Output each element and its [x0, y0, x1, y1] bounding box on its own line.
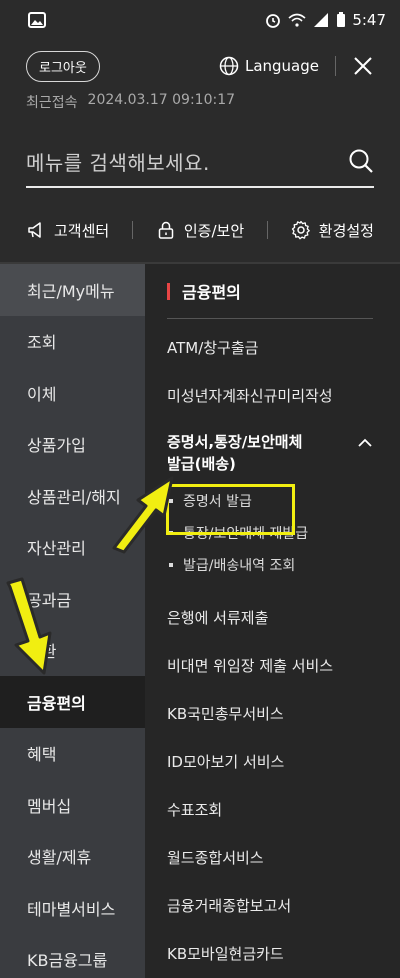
megaphone-icon [28, 222, 41, 238]
nav-item-product-join[interactable]: 상품가입 [0, 419, 145, 471]
customer-center-link[interactable]: 고객센터 [26, 220, 109, 241]
menu-item-minor-account[interactable]: 미성년자계좌신규미리작성 [167, 371, 400, 419]
highlight-box [166, 484, 295, 535]
submenu-label: 발급/배송내역 조회 [183, 558, 296, 574]
nav-item-finance-convenience[interactable]: 금융편의 [0, 676, 145, 728]
chevron-up-icon[interactable] [357, 435, 373, 451]
last-access-time: 2024.03.17 09:10:17 [87, 92, 236, 108]
quick-divider [266, 221, 268, 239]
wifi-icon [288, 13, 306, 27]
settings-label: 환경설정 [318, 221, 374, 240]
submenu-delivery-history[interactable]: 발급/배송내역 조회 [167, 549, 400, 581]
search-input[interactable]: 메뉴를 검색해보세요. [26, 147, 210, 176]
last-access-info: 최근접속 2024.03.17 09:10:17 [26, 92, 374, 112]
close-icon[interactable] [352, 55, 374, 77]
menu-item-world-service[interactable]: 월드종합서비스 [167, 833, 400, 881]
nav-item-kb-group[interactable]: KB금융그룹 [0, 934, 145, 978]
menu-item-proxy-submit[interactable]: 비대면 위임장 제출 서비스 [167, 641, 400, 689]
settings-link[interactable]: 환경설정 [291, 220, 374, 241]
logout-button[interactable]: 로그아웃 [26, 50, 100, 82]
menu-item-kb-general-affairs[interactable]: KB국민총무서비스 [167, 689, 400, 737]
nav-item-transfer[interactable]: 이체 [0, 367, 145, 419]
quick-divider [132, 221, 134, 239]
menu-item-check-inquiry[interactable]: 수표조회 [167, 785, 400, 833]
gallery-icon [28, 12, 46, 28]
nav-item-benefits[interactable]: 혜택 [0, 728, 145, 780]
nav-item-inquiry[interactable]: 조회 [0, 316, 145, 368]
quick-links: 고객센터 인증/보안 환경설정 [26, 192, 374, 268]
menu-item-id-collection[interactable]: ID모아보기 서비스 [167, 737, 400, 785]
menu-search[interactable]: 메뉴를 검색해보세요. [26, 136, 374, 188]
language-button[interactable]: Language [219, 56, 319, 76]
menu-item-atm-withdraw[interactable]: ATM/창구출금 [167, 323, 400, 371]
status-time: 5:47 [352, 11, 386, 29]
menu-item-finance-report[interactable]: 금융거래종합보고서 [167, 881, 400, 929]
yellow-arrow-icon [112, 476, 174, 554]
bullet-dot [169, 563, 173, 567]
nav-item-theme-services[interactable]: 테마별서비스 [0, 882, 145, 934]
last-access-label: 최근접속 [26, 95, 78, 111]
alarm-icon [266, 14, 281, 28]
menu-group-certificate[interactable]: 증명서,통장/보안매체 발급(배송) [167, 419, 400, 483]
title-accent-bar [167, 282, 170, 300]
battery-icon [337, 12, 346, 27]
signal-icon [314, 13, 329, 27]
menu-group-title: 증명서,통장/보안매체 발급(배송) [167, 431, 302, 475]
menu-item-submit-documents[interactable]: 은행에 서류제출 [167, 593, 400, 641]
search-icon[interactable] [348, 148, 374, 174]
status-bar: 5:47 [0, 0, 400, 40]
gear-icon [291, 220, 310, 240]
customer-center-label: 고객센터 [54, 221, 110, 240]
nav-item-life-partnership[interactable]: 생활/제휴 [0, 831, 145, 883]
menu-group-title-line2: 발급(배송) [167, 455, 236, 473]
auth-security-label: 인증/보안 [183, 221, 245, 240]
nav-item-recent-my[interactable]: 최근/My메뉴 [0, 264, 145, 316]
header-divider [335, 56, 336, 76]
submenu-title-text: 금융편의 [182, 283, 241, 302]
menu-group-title-line1: 증명서,통장/보안매체 [167, 433, 303, 451]
auth-security-link[interactable]: 인증/보안 [156, 220, 244, 241]
yellow-arrow-icon [6, 577, 52, 675]
language-label: Language [244, 57, 319, 75]
lock-icon [158, 221, 174, 239]
submenu-title: 금융편의 [167, 264, 373, 319]
nav-item-membership[interactable]: 멤버십 [0, 779, 145, 831]
menu-header: 로그아웃 Language 최근접속 2024.03.17 09:10:17 메… [0, 42, 400, 268]
submenu-panel: 금융편의 ATM/창구출금 미성년자계좌신규미리작성 증명서,통장/보안매체 발… [145, 264, 400, 978]
globe-icon [219, 56, 239, 76]
menu-item-mobile-cash-card[interactable]: KB모바일현금카드 [167, 929, 400, 977]
